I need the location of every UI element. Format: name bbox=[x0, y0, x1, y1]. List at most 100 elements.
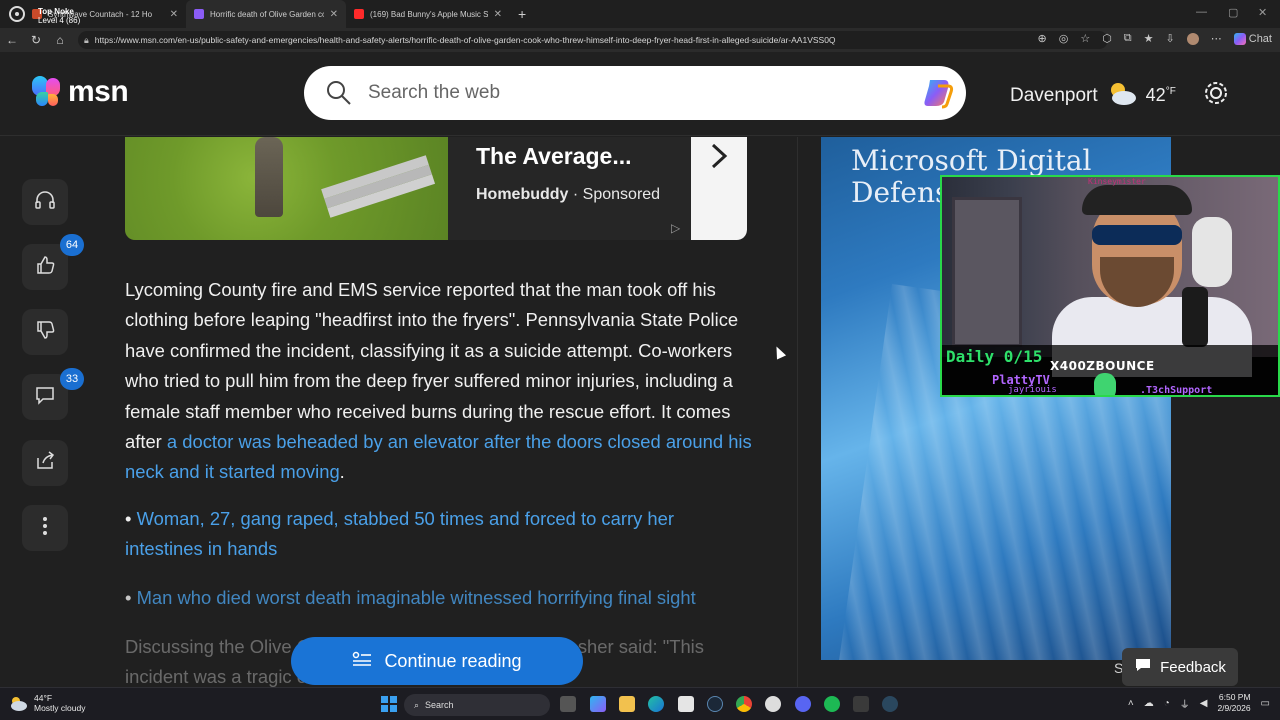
notification-icon[interactable]: ▭ bbox=[1261, 698, 1270, 709]
ad-advertiser: Homebuddy bbox=[476, 186, 569, 203]
viewer-name: jayriouis bbox=[1008, 385, 1057, 395]
tab-label: Horrific death of Olive Garden coo bbox=[210, 9, 324, 19]
close-icon[interactable]: ✕ bbox=[330, 9, 338, 20]
url-text: https://www.msn.com/en-us/public-safety-… bbox=[94, 35, 836, 45]
chevron-right-icon bbox=[709, 141, 729, 176]
favorites-list-icon[interactable]: ★ bbox=[1144, 32, 1154, 45]
tab-favicon bbox=[354, 9, 364, 19]
article-paragraph: Lycoming County fire and EMS service rep… bbox=[125, 275, 755, 488]
reader-icon[interactable]: ◎ bbox=[1059, 32, 1069, 45]
tab-bad-bunny[interactable]: (169) Bad Bunny's Apple Music Su ✕ bbox=[346, 0, 510, 28]
adchoices-icon[interactable]: ▷ bbox=[671, 221, 680, 235]
chat-label: Chat bbox=[1248, 32, 1272, 45]
split-screen-icon[interactable]: ⧉ bbox=[1124, 32, 1132, 45]
toolbar-icons: ⊕ ◎ ☆ ⬡ ⧉ ★ ⇩ ⋯ Chat bbox=[1037, 32, 1280, 45]
clock-date: 2/9/2026 bbox=[1217, 703, 1251, 713]
maximize-icon[interactable]: ▢ bbox=[1228, 6, 1238, 19]
streamer-handle: X400ZBOUNCE bbox=[1050, 359, 1155, 373]
profile-avatar[interactable] bbox=[1186, 32, 1199, 45]
taskbar-clock[interactable]: 6:50 PM 2/9/2026 bbox=[1217, 692, 1250, 714]
butterfly-logo-icon bbox=[30, 74, 66, 110]
rank-title: Top Noke bbox=[38, 7, 74, 16]
search-box[interactable] bbox=[304, 66, 966, 120]
taskbar-search-label: Search bbox=[425, 700, 454, 710]
feedback-label: Feedback bbox=[1160, 658, 1226, 676]
tab-olive-garden[interactable]: Horrific death of Olive Garden coo ✕ bbox=[186, 0, 346, 28]
zoom-icon[interactable]: ⊕ bbox=[1037, 32, 1046, 45]
tab-label: (169) Bad Bunny's Apple Music Su bbox=[370, 9, 488, 19]
bullet-marker: • bbox=[125, 587, 132, 608]
viewer-name: .T3chSupport bbox=[1140, 385, 1213, 396]
msn-header: msn Davenport 42°F bbox=[0, 52, 1280, 136]
daily-goal: Daily 0/15 bbox=[946, 347, 1043, 366]
steam-app-icon[interactable] bbox=[882, 696, 898, 712]
stream-rank-overlay: Top Noke Level 4 (86) bbox=[38, 7, 80, 25]
onedrive-icon[interactable]: ☁ bbox=[1144, 698, 1154, 709]
back-icon[interactable]: ← bbox=[0, 33, 24, 47]
copilot-icon bbox=[1233, 32, 1246, 45]
edge-icon[interactable] bbox=[648, 696, 664, 712]
copilot-icon[interactable] bbox=[590, 696, 606, 712]
task-view-icon[interactable] bbox=[560, 696, 576, 712]
minimize-icon[interactable]: — bbox=[1196, 6, 1207, 18]
search-icon: ⌕ bbox=[414, 699, 420, 710]
xbox-icon[interactable] bbox=[853, 696, 869, 712]
browser-tab-strip: Synthwave Countach - 12 Ho ✕ Horrific de… bbox=[0, 0, 1280, 28]
temp-unit: °F bbox=[1165, 86, 1176, 97]
taskbar-search[interactable]: ⌕ Search bbox=[404, 694, 550, 716]
more-menu-icon[interactable]: ⋯ bbox=[1211, 32, 1222, 45]
microphone-icon[interactable]: ⏚ bbox=[1180, 696, 1190, 711]
continue-reading-button[interactable]: Continue reading bbox=[291, 637, 583, 685]
address-bar[interactable]: 🔒︎ https://www.msn.com/en-us/public-safe… bbox=[78, 31, 1108, 49]
volume-icon[interactable]: ◀ bbox=[1200, 698, 1208, 709]
taskbar-temp: 44°F bbox=[34, 693, 53, 703]
paragraph-text: Lycoming County fire and EMS service rep… bbox=[125, 279, 739, 453]
related-article-link[interactable]: a doctor was beheaded by an elevator aft… bbox=[125, 431, 752, 482]
windows-start-icon[interactable] bbox=[381, 696, 397, 712]
related-link[interactable]: Man who died worst death imaginable witn… bbox=[137, 587, 696, 608]
rank-level: Level 4 (86) bbox=[38, 16, 81, 25]
home-icon[interactable]: ⌂ bbox=[48, 33, 72, 47]
column-divider bbox=[797, 137, 798, 687]
new-tab-button[interactable]: + bbox=[510, 0, 534, 28]
settings-gear-icon[interactable] bbox=[1202, 79, 1230, 112]
feedback-button[interactable]: Feedback bbox=[1122, 648, 1238, 686]
store-icon[interactable] bbox=[678, 696, 694, 712]
paragraph-end: . bbox=[339, 461, 345, 483]
related-link[interactable]: Woman, 27, gang raped, stabbed 50 times … bbox=[125, 508, 674, 559]
ad-title[interactable]: The Average... bbox=[476, 143, 632, 170]
feedback-icon bbox=[1134, 657, 1152, 677]
sponsored-ad-card[interactable]: The Average... Homebuddy · Sponsored ▷ bbox=[125, 137, 747, 240]
refresh-icon[interactable]: ↻ bbox=[24, 33, 48, 47]
related-bullet: • Man who died worst death imaginable wi… bbox=[125, 583, 755, 613]
close-window-icon[interactable]: ✕ bbox=[1258, 6, 1267, 19]
file-explorer-icon[interactable] bbox=[619, 696, 635, 712]
search-input[interactable] bbox=[368, 66, 888, 120]
tab-favicon bbox=[194, 9, 204, 19]
close-icon[interactable]: ✕ bbox=[170, 9, 178, 20]
chevron-up-icon[interactable]: ˄ bbox=[1128, 698, 1134, 709]
taskbar-weather[interactable]: 44°F Mostly cloudy bbox=[8, 693, 86, 713]
close-icon[interactable]: ✕ bbox=[494, 9, 502, 20]
weather-widget[interactable]: Davenport 42°F bbox=[1010, 80, 1176, 111]
ad-next-button[interactable] bbox=[691, 137, 747, 240]
tab-synthwave[interactable]: Synthwave Countach - 12 Ho ✕ bbox=[0, 0, 186, 28]
alien-mascot-icon bbox=[1094, 373, 1116, 395]
app-icon bbox=[8, 5, 26, 23]
windows-taskbar: 44°F Mostly cloudy ⌕ Search ˄ ☁ ◔ ⏚ ◀ 6:5… bbox=[0, 687, 1280, 720]
discord-icon[interactable] bbox=[795, 696, 811, 712]
favorite-icon[interactable]: ☆ bbox=[1080, 32, 1090, 45]
chat-button[interactable]: Chat bbox=[1233, 32, 1272, 45]
chrome-icon[interactable] bbox=[736, 696, 752, 712]
search-icon[interactable] bbox=[326, 80, 352, 111]
ad-sponsor-line: Homebuddy · Sponsored bbox=[476, 186, 660, 204]
copilot-icon[interactable] bbox=[920, 76, 956, 110]
steam-icon[interactable] bbox=[707, 696, 723, 712]
downloads-icon[interactable]: ⇩ bbox=[1166, 32, 1175, 45]
extensions-icon[interactable]: ⬡ bbox=[1102, 32, 1112, 45]
spotify-icon[interactable] bbox=[824, 696, 840, 712]
network-icon[interactable]: ◔ bbox=[1164, 698, 1170, 709]
msn-logo[interactable]: msn bbox=[30, 74, 129, 110]
github-icon[interactable] bbox=[765, 696, 781, 712]
ad-image bbox=[125, 137, 448, 240]
